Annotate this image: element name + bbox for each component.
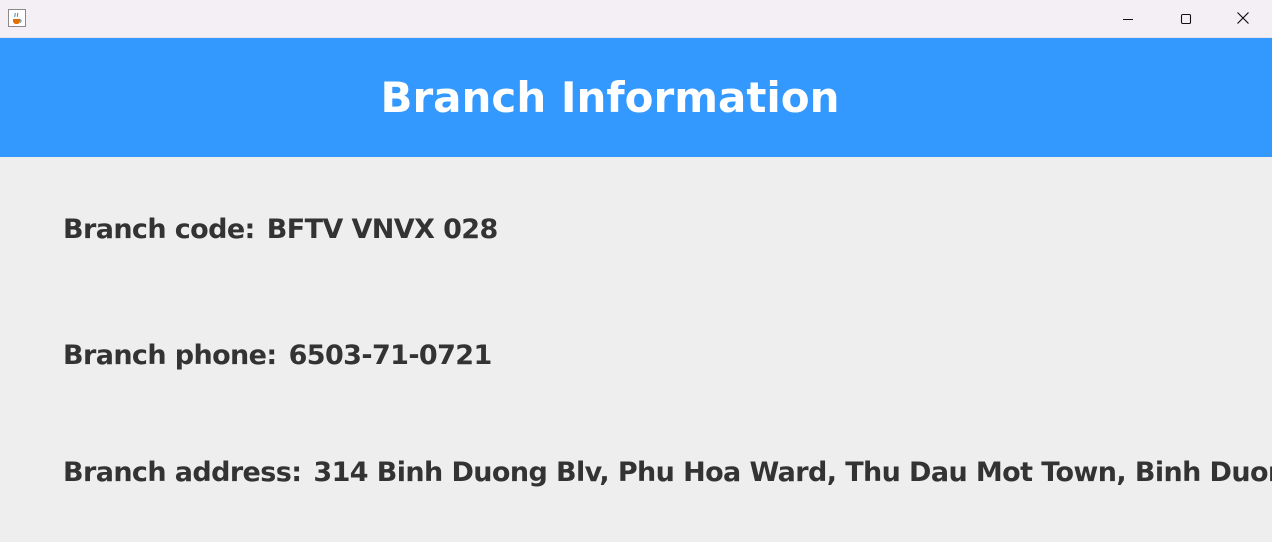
branch-code-value: BFTV VNVX 028 xyxy=(266,214,499,245)
minimize-icon xyxy=(1122,10,1134,29)
page-title: Branch Information xyxy=(380,73,840,122)
branch-phone-label: Branch phone: xyxy=(63,340,277,371)
close-button[interactable] xyxy=(1214,0,1272,38)
branch-code-row: Branch code: BFTV VNVX 028 xyxy=(63,214,498,245)
branch-address-row: Branch address: 314 Binh Duong Blv, Phu H… xyxy=(63,457,1272,488)
title-bar[interactable] xyxy=(0,0,1272,38)
header-banner: Branch Information xyxy=(0,38,1272,157)
java-coffee-cup-icon[interactable] xyxy=(8,9,26,27)
maximize-icon xyxy=(1180,10,1192,29)
branch-phone-row: Branch phone: 6503-71-0721 xyxy=(63,340,492,371)
branch-phone-value: 6503-71-0721 xyxy=(288,340,493,371)
branch-code-label: Branch code: xyxy=(63,214,255,245)
branch-info-window: Branch Information Branch code: BFTV VNVX… xyxy=(0,0,1272,542)
branch-address-value: 314 Binh Duong Blv, Phu Hoa Ward, Thu Da… xyxy=(313,457,1272,488)
minimize-button[interactable] xyxy=(1099,0,1157,38)
branch-address-label: Branch address: xyxy=(63,457,302,488)
maximize-button[interactable] xyxy=(1157,0,1215,38)
close-icon xyxy=(1236,10,1250,29)
